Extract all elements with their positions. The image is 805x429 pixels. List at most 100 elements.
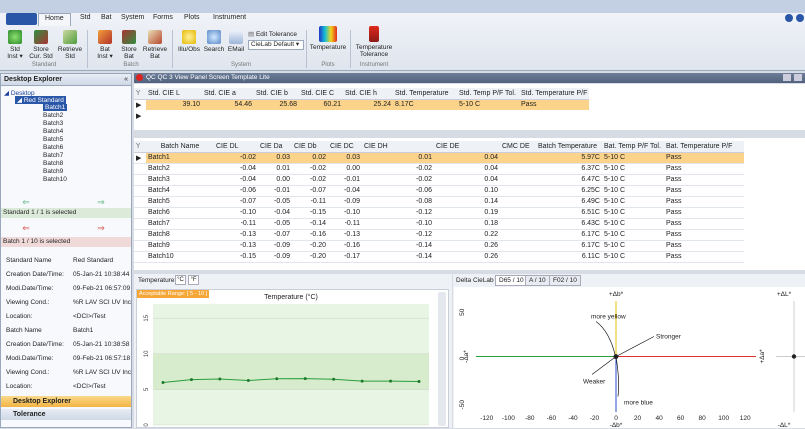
prev-standard-button[interactable]: ⇐ [0, 196, 56, 208]
info-icon[interactable] [796, 14, 804, 22]
retrieve-bat-button[interactable]: Retrieve Bat [142, 30, 168, 60]
col-header[interactable]: Std. CIE a [202, 88, 254, 100]
batch-row[interactable]: ▶ Batch1 -0.02 0.03 0.02 0.03 0.01 0.04 5.97C 5-1… [134, 152, 744, 163]
next-standard-button[interactable]: ⇒ [71, 196, 131, 208]
col-header[interactable]: CIE DL [214, 141, 258, 153]
col-header[interactable]: CIE DC [328, 141, 362, 153]
temperature-tolerance-button[interactable]: Temperature Tolerance [352, 26, 396, 58]
cell: 0.04 [484, 176, 498, 183]
batch-row[interactable]: Batch8 -0.13 -0.07 -0.16 -0.13 -0.12 0.22 6.17C… [134, 229, 744, 240]
col-header[interactable]: Batch Name [146, 141, 214, 153]
tab-system[interactable]: System [121, 14, 144, 21]
tree-node-batch10[interactable]: Batch10 [43, 176, 67, 183]
col-header[interactable]: Std. Temp P/F Tol. [457, 88, 519, 100]
col-header[interactable]: CIE Db [292, 141, 328, 153]
col-header[interactable]: Batch Temperature [536, 141, 602, 153]
y-tick-label: 0 [459, 356, 466, 360]
cell: -0.07 [310, 187, 326, 194]
tree-node-batch3[interactable]: Batch3 [43, 120, 63, 127]
tree-node-batch5[interactable]: Batch5 [43, 136, 63, 143]
temperature-plot-button[interactable]: Temperature [309, 26, 347, 51]
unit-fahrenheit-toggle[interactable]: °F [188, 275, 199, 285]
cell: 0.19 [484, 209, 498, 216]
col-header[interactable]: Std. Temperature [393, 88, 457, 100]
tab-home[interactable]: Home [38, 13, 71, 26]
tab-desktop-explorer[interactable]: Desktop Explorer [1, 396, 131, 407]
tab-d65-10[interactable]: D65 / 10 [495, 275, 528, 286]
x-tick-label: -60 [547, 415, 557, 422]
retrieve-std-label: Retrieve Std [57, 46, 83, 60]
batch-row[interactable]: Batch10 -0.15 -0.09 -0.20 -0.17 -0.14 0.26 6.11… [134, 251, 744, 262]
help-icon[interactable] [785, 14, 793, 22]
col-header[interactable]: Std. Temperature P/F [519, 88, 590, 100]
tab-instrument[interactable]: Instrument [213, 14, 246, 21]
tree-node-batch2[interactable]: Batch2 [43, 112, 63, 119]
batch-row[interactable]: Batch4 -0.06 -0.01 -0.07 -0.04 -0.06 0.10 6.25C… [134, 185, 744, 196]
batch-row[interactable]: Batch3 -0.04 0.00 -0.02 -0.01 -0.02 0.04 6.47C 5… [134, 174, 744, 185]
email-button[interactable]: EMail [226, 30, 246, 53]
tab-std[interactable]: Std [80, 14, 91, 21]
data-point [332, 377, 336, 381]
col-header[interactable]: Bat. Temperature P/F [664, 141, 744, 153]
restore-icon[interactable] [783, 74, 791, 81]
cell: 39.10 [146, 99, 202, 110]
col-header[interactable]: CIE Da [258, 141, 292, 153]
tree-node-red-standard[interactable]: ◢ Red Standard [15, 96, 66, 104]
filter-icon[interactable]: 𝖸 [134, 88, 146, 100]
info-label: Viewing Cond.: [6, 299, 50, 306]
tree-node-batch1[interactable]: Batch1 [43, 104, 68, 111]
tree-node-batch6[interactable]: Batch6 [43, 144, 63, 151]
vertical-scrollbar[interactable] [438, 292, 446, 426]
tab-a-10[interactable]: A / 10 [525, 275, 550, 286]
cell: -0.07 [240, 198, 256, 205]
prev-batch-button[interactable]: ⇐ [0, 222, 56, 234]
tree-node-batch8[interactable]: Batch8 [43, 160, 63, 167]
unit-celsius-toggle[interactable]: °C [175, 275, 186, 285]
batch-row[interactable]: Batch6 -0.10 -0.04 -0.15 -0.10 -0.12 0.19 6.51C… [134, 207, 744, 218]
batch-row[interactable]: Batch9 -0.13 -0.09 -0.20 -0.16 -0.14 0.26 6.17C… [134, 240, 744, 251]
plus-b-axis-label: +Δb* [609, 291, 624, 298]
edit-tolerance-button[interactable]: ▤ Edit Tolerance [248, 30, 297, 38]
next-batch-button[interactable]: ⇒ [71, 222, 131, 234]
col-header[interactable]: CMC DE [500, 141, 536, 153]
x-tick-label: -120 [480, 415, 493, 422]
delta-cielab-label: Delta CieLab [456, 277, 494, 284]
collapse-icon[interactable]: « [124, 74, 128, 85]
search-button[interactable]: Search [203, 30, 225, 53]
col-header[interactable]: CIE DH [362, 141, 434, 153]
tree-node-batch7[interactable]: Batch7 [43, 152, 63, 159]
col-header[interactable]: Bat. Temp P/F Tol. [602, 141, 664, 153]
tree-node-batch9[interactable]: Batch9 [43, 168, 63, 175]
standard-new-row[interactable]: ▶ [134, 110, 589, 121]
data-point [218, 377, 222, 381]
filter-icon[interactable]: 𝖸 [134, 141, 146, 153]
col-header[interactable]: Std. CIE C [299, 88, 343, 100]
tab-plots[interactable]: Plots [184, 14, 200, 21]
col-header[interactable]: CIE DE [434, 141, 500, 153]
col-header[interactable]: Std. CIE h [343, 88, 393, 100]
std-inst-button[interactable]: Std Inst ▾ [4, 30, 26, 60]
close-icon[interactable] [794, 74, 802, 81]
batch-row[interactable]: Batch7 -0.11 -0.05 -0.14 -0.11 -0.10 0.18 6.43C… [134, 218, 744, 229]
batch-row[interactable]: Batch2 -0.04 0.01 -0.02 0.00 -0.02 0.04 6.37C 5-… [134, 163, 744, 174]
temperature-tab[interactable]: Temperature [138, 277, 175, 284]
retrieve-std-button[interactable]: Retrieve Std [57, 30, 83, 60]
col-header[interactable]: Std. CIE b [254, 88, 299, 100]
standard-row[interactable]: ▶ 39.10 54.46 25.68 60.21 25.24 8.17C 5-… [134, 99, 590, 110]
tab-tolerance[interactable]: Tolerance [1, 409, 131, 420]
tab-forms[interactable]: Forms [153, 14, 173, 21]
tolerance-select[interactable]: CieLab Default ▾ [248, 40, 304, 50]
store-cur-std-button[interactable]: Store Cur. Std [28, 30, 54, 60]
tab-bat[interactable]: Bat [101, 14, 112, 21]
cell: -0.17 [344, 253, 360, 260]
cell: -0.02 [416, 165, 432, 172]
col-header[interactable]: Std. CIE L [146, 88, 202, 100]
tab-f02-10[interactable]: F02 / 10 [549, 275, 581, 286]
illu-obs-button[interactable]: Illu/Obs [176, 30, 202, 53]
batch-row[interactable]: Batch5 -0.07 -0.05 -0.11 -0.09 -0.08 0.14 6.49C… [134, 196, 744, 207]
retrieve-icon [148, 30, 162, 44]
app-menu-button[interactable] [6, 13, 37, 25]
bat-inst-button[interactable]: Bat Inst ▾ [94, 30, 116, 60]
tree-node-batch4[interactable]: Batch4 [43, 128, 63, 135]
store-bat-button[interactable]: Store Bat [118, 30, 140, 60]
